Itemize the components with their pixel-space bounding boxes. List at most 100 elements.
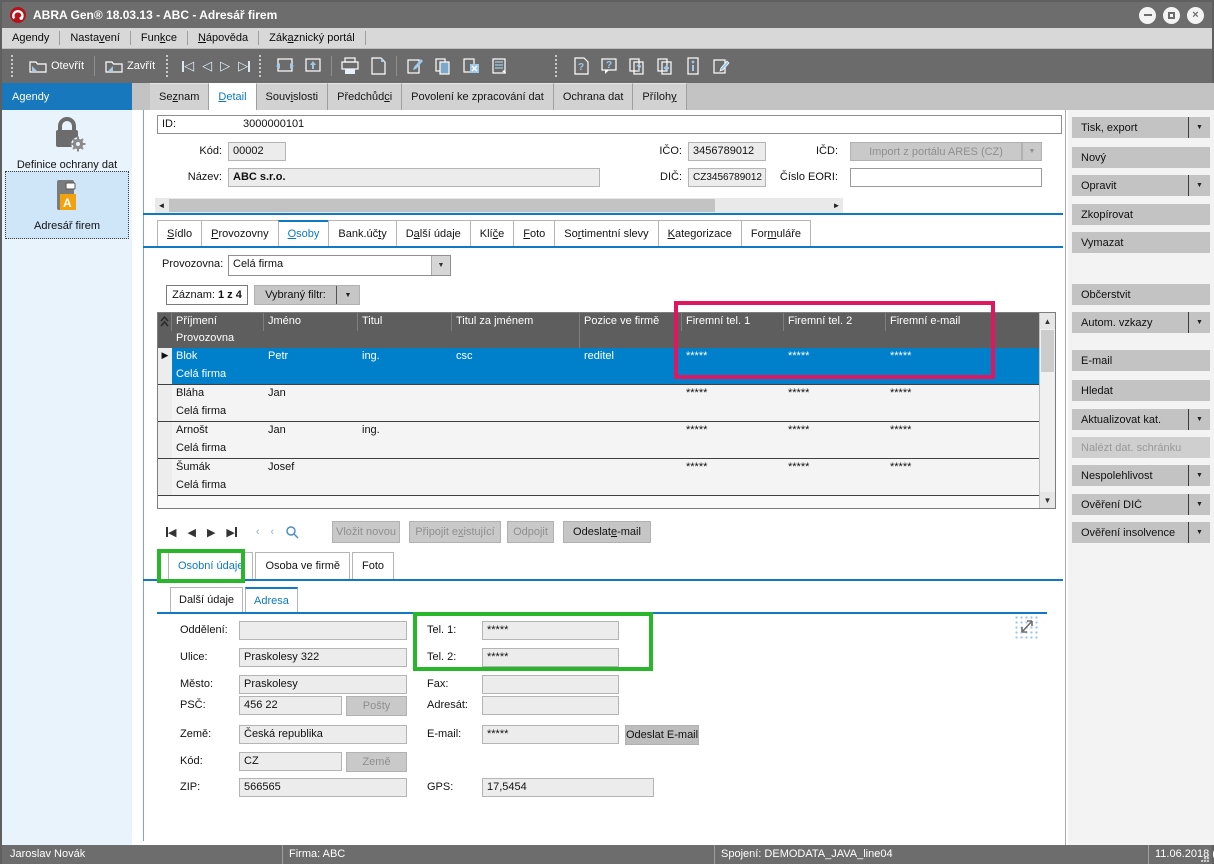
- next-person-icon[interactable]: ▶: [207, 526, 215, 539]
- tab-klice[interactable]: Klí č e: [469, 220, 515, 246]
- ulice-field[interactable]: Praskolesy 322: [239, 648, 407, 667]
- scrollbar-thumb[interactable]: [1041, 330, 1054, 372]
- copy-document-icon[interactable]: [431, 54, 455, 78]
- toolbar-grip[interactable]: [11, 55, 18, 77]
- page-back2-icon[interactable]: ‹: [271, 526, 275, 538]
- new-document-icon[interactable]: [366, 54, 390, 78]
- chevron-down-icon[interactable]: ▼: [1188, 175, 1210, 196]
- odpojit-button[interactable]: Odpojit: [507, 521, 554, 543]
- table-row[interactable]: Šumák Josef ***** ***** ***** Celá firma: [158, 459, 1055, 496]
- chevron-down-icon[interactable]: ▼: [1188, 494, 1210, 515]
- tab-predchudci[interactable]: Předchůd c i: [328, 83, 403, 110]
- odeslat-email-button[interactable]: Odeslat e -mail: [563, 521, 651, 543]
- previous-person-icon[interactable]: ◀: [187, 526, 195, 539]
- ico-field[interactable]: 3456789012: [688, 142, 766, 161]
- oddeleni-field[interactable]: [239, 621, 407, 640]
- psc-field[interactable]: 456 22: [239, 696, 342, 715]
- aktualizovat-kat-button[interactable]: Aktualizovat kat. ▼: [1072, 409, 1210, 430]
- obcerstvit-button[interactable]: Občerstvit: [1072, 284, 1210, 305]
- toolbar-grip[interactable]: [555, 55, 562, 77]
- nalezt-dat-schranku-button[interactable]: Nalézt dat. schránku: [1072, 437, 1210, 458]
- scroll-left-icon[interactable]: ◄: [155, 198, 168, 213]
- import-ares-dropdown[interactable]: ▼: [1022, 142, 1042, 161]
- menu-zakaznicky-portal[interactable]: Zák a znický portál: [259, 28, 365, 48]
- tab-provozovny[interactable]: Provozovny: [201, 220, 279, 246]
- column-header[interactable]: Firemní e-mail: [886, 313, 1039, 331]
- tel1-field[interactable]: *****: [482, 621, 619, 640]
- vertical-scrollbar[interactable]: ▲ ▼: [1039, 313, 1055, 508]
- tab-seznam[interactable]: Se z nam: [150, 83, 210, 110]
- tab-prilohy[interactable]: Příloh y: [633, 83, 687, 110]
- chevron-down-icon[interactable]: ▼: [1188, 117, 1210, 138]
- menu-agendy[interactable]: Ag endy: [2, 28, 59, 48]
- vymazat-button[interactable]: Vymazat: [1072, 232, 1210, 253]
- tab-foto[interactable]: Foto: [513, 220, 556, 246]
- chevron-down-icon[interactable]: ▼: [1188, 312, 1210, 333]
- search-icon[interactable]: [285, 525, 299, 539]
- resize-grip[interactable]: [1201, 854, 1209, 862]
- scroll-down-icon[interactable]: ▼: [1040, 492, 1055, 508]
- eori-field[interactable]: [850, 168, 1042, 187]
- tisk-export-button[interactable]: Tisk, export ▼: [1072, 117, 1210, 138]
- maximize-button[interactable]: [1163, 6, 1180, 24]
- zkopirovat-button[interactable]: Zkopírovat: [1072, 204, 1210, 225]
- autom-vzkazy-button[interactable]: Autom. vzkazy ▼: [1072, 312, 1210, 333]
- odeslat-email-form-button[interactable]: Odeslat E-mail: [625, 725, 699, 745]
- tab-sidlo[interactable]: Sídlo: [157, 220, 203, 246]
- sidebar-item-adresar-firem[interactable]: A Adresář firem: [5, 171, 129, 239]
- help-bubble-icon[interactable]: ?: [597, 54, 621, 78]
- print-icon[interactable]: [338, 54, 362, 78]
- column-header[interactable]: Pozice ve firmě: [580, 313, 682, 331]
- first-person-icon[interactable]: ◀: [166, 526, 176, 539]
- first-record-icon[interactable]: ◁: [182, 58, 194, 74]
- table-row[interactable]: Arnošt Jan ing. ***** ***** ***** Celá f…: [158, 422, 1055, 459]
- column-header[interactable]: Titul za jménem: [452, 313, 580, 331]
- scroll-right-icon[interactable]: ►: [830, 198, 843, 213]
- tel2-field[interactable]: *****: [482, 648, 619, 667]
- tab-kategorizace[interactable]: Kategorizace: [657, 220, 742, 246]
- novy-button[interactable]: Nový: [1072, 147, 1210, 168]
- email-button[interactable]: E-mail: [1072, 350, 1210, 371]
- tab-osoby[interactable]: Osoby: [277, 220, 330, 246]
- zip-field[interactable]: 566565: [239, 778, 407, 797]
- table-row[interactable]: ▶ Blok Petr ing. csc reditel ***** *****…: [158, 348, 1055, 385]
- adresat-field[interactable]: [482, 696, 619, 715]
- selected-filter-button[interactable]: Vybraný filtr: ▼: [254, 285, 360, 305]
- close-agenda-button[interactable]: Zavřít: [99, 56, 161, 76]
- gps-field[interactable]: 17,5454: [482, 778, 654, 797]
- mesto-field[interactable]: Praskolesy: [239, 675, 407, 694]
- zeme-button[interactable]: Země: [346, 752, 407, 772]
- tab-detail[interactable]: Detail: [209, 83, 257, 110]
- dic-field[interactable]: CZ3456789012: [688, 168, 766, 187]
- posty-button[interactable]: Pošty: [346, 696, 407, 716]
- last-person-icon[interactable]: ▶: [226, 526, 237, 539]
- help-document-icon[interactable]: ?: [569, 54, 593, 78]
- column-header[interactable]: Jméno: [264, 313, 358, 331]
- tab-osobni-udaje[interactable]: Osobní údaje: [168, 552, 254, 579]
- opravit-button[interactable]: Opravit ▼: [1072, 175, 1210, 196]
- info-icon[interactable]: [681, 54, 705, 78]
- open-agenda-button[interactable]: Otevřít: [23, 56, 90, 76]
- horizontal-scrollbar[interactable]: ◄ ►: [155, 198, 843, 213]
- related-topics-icon[interactable]: [653, 54, 677, 78]
- previous-record-icon[interactable]: ◁: [202, 58, 212, 74]
- sort-marker-icon[interactable]: [158, 313, 172, 331]
- provozovna-select[interactable]: Celá firma ▼: [228, 255, 451, 276]
- minimize-button[interactable]: [1139, 6, 1156, 24]
- kod-zeme-field[interactable]: CZ: [239, 752, 342, 771]
- menu-napoveda[interactable]: Nápověda: [188, 28, 258, 48]
- vlozit-novou-button[interactable]: Vložit novou: [332, 521, 400, 543]
- chevron-down-icon[interactable]: ▼: [431, 256, 450, 275]
- import-ares-button[interactable]: Import z portálu ARES (CZ): [850, 142, 1022, 161]
- tab-dalsi-udaje[interactable]: Da lší údaje: [395, 220, 471, 246]
- id-field[interactable]: ID: 3000000101: [157, 115, 1062, 134]
- column-header[interactable]: Titul: [358, 313, 452, 331]
- chevron-down-icon[interactable]: ▼: [1188, 409, 1210, 430]
- edit-note-icon[interactable]: [709, 54, 733, 78]
- tab-bank-ucty[interactable]: Bank.úč t y: [328, 220, 397, 246]
- edit-document-icon[interactable]: [403, 54, 427, 78]
- menu-funkce[interactable]: Fun k ce: [131, 28, 187, 48]
- scrollbar-thumb[interactable]: [169, 199, 715, 212]
- toolbar-grip[interactable]: [259, 55, 266, 77]
- sidebar-item-definice-ochrany-dat[interactable]: Definice ochrany dat: [5, 117, 129, 171]
